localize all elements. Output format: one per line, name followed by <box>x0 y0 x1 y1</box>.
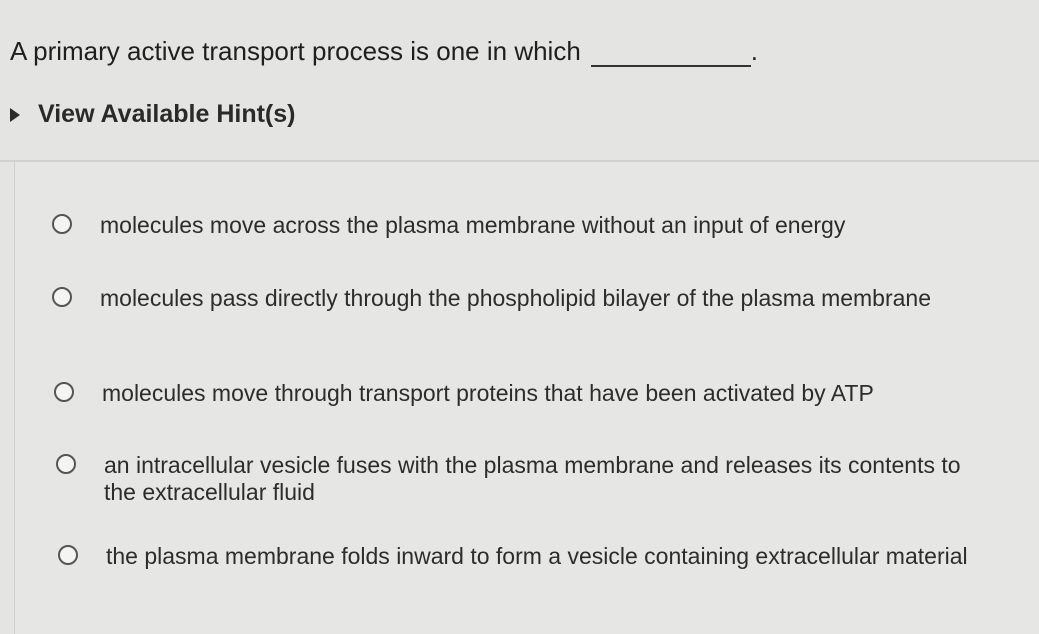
view-hints-toggle[interactable]: View Available Hint(s) <box>10 100 295 129</box>
radio-button[interactable] <box>52 287 72 307</box>
answer-choice-label: the plasma membrane folds inward to form… <box>106 543 968 569</box>
radio-button[interactable] <box>52 214 72 234</box>
answer-choice-label: molecules move across the plasma membran… <box>100 212 846 238</box>
question-trailing-punctuation: . <box>750 36 759 66</box>
answer-choice[interactable]: molecules pass directly through the phos… <box>52 285 932 312</box>
answer-choice-label: molecules pass directly through the phos… <box>100 285 932 311</box>
question-prompt: A primary active transport process is on… <box>10 36 758 67</box>
answer-choice[interactable]: the plasma membrane folds inward to form… <box>58 543 1018 570</box>
caret-right-icon <box>10 107 20 122</box>
radio-button[interactable] <box>56 454 76 474</box>
question-text: A primary active transport process is on… <box>10 36 581 66</box>
answer-choice-label: molecules move through transport protein… <box>102 380 874 406</box>
answer-blank <box>590 41 751 67</box>
radio-button[interactable] <box>58 545 78 565</box>
view-hints-label: View Available Hint(s) <box>38 100 296 128</box>
answer-choice[interactable]: an intracellular vesicle fuses with the … <box>56 452 976 506</box>
radio-button[interactable] <box>54 382 74 402</box>
answer-choice[interactable]: molecules move across the plasma membran… <box>52 212 1012 239</box>
question-page: A primary active transport process is on… <box>0 0 1039 634</box>
answer-choice[interactable]: molecules move through transport protein… <box>54 380 1034 407</box>
answer-choice-label: an intracellular vesicle fuses with the … <box>104 452 961 505</box>
